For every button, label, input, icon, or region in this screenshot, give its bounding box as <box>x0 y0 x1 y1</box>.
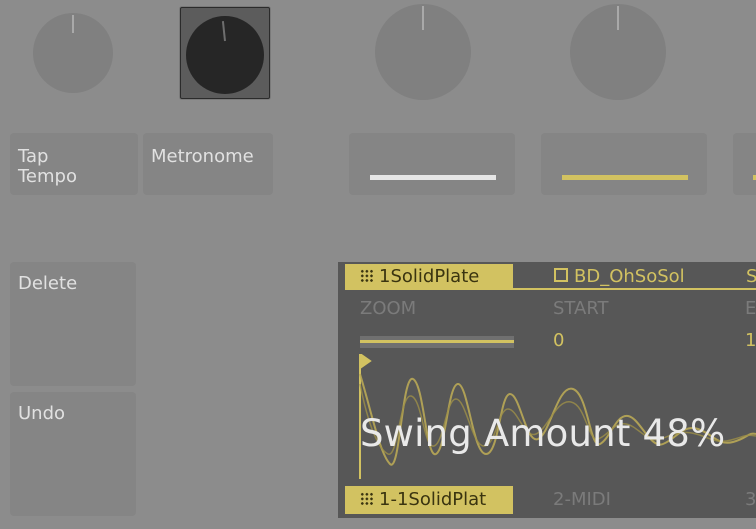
track-name: BD_OhSoSol <box>574 266 685 287</box>
clip-name: 2-MIDI <box>553 489 611 510</box>
grid-icon <box>360 269 374 283</box>
fader-pad-3[interactable] <box>733 133 756 195</box>
clip-tab-2[interactable]: 2-MIDI <box>553 486 713 514</box>
clip-name: 1-1SolidPlat <box>379 489 487 510</box>
knob-1[interactable] <box>33 13 113 93</box>
knob-indicator <box>617 6 619 30</box>
grid-icon <box>360 492 374 506</box>
fader-pad-1[interactable] <box>349 133 515 195</box>
knob-2-selected[interactable] <box>180 7 270 99</box>
undo-button[interactable]: Undo <box>10 392 136 516</box>
undo-label: Undo <box>18 403 66 424</box>
metronome-button[interactable]: Metronome <box>143 133 273 195</box>
clip-tab-3[interactable]: 3 <box>745 486 756 514</box>
fader-bar <box>370 175 496 180</box>
knob-4[interactable] <box>570 4 666 100</box>
fader-bar <box>562 175 688 180</box>
clip-tab-1[interactable]: 1-1SolidPlat <box>345 486 513 514</box>
knob-indicator <box>221 21 226 42</box>
fader-pad-2[interactable] <box>541 133 707 195</box>
param-value-end: 1 <box>745 330 756 351</box>
track-tab-1[interactable]: 1SolidPlate <box>345 264 513 290</box>
param-label-zoom: ZOOM <box>360 298 417 319</box>
swing-amount-message: Swing Amount 48% <box>360 412 726 455</box>
clip-name: 3 <box>745 489 756 510</box>
zoom-slider-fill <box>360 340 514 343</box>
track-name: S <box>746 266 756 287</box>
knob-3[interactable] <box>375 4 471 100</box>
track-tab-2[interactable]: BD_OhSoSol <box>554 264 714 290</box>
tap-tempo-label: Tap Tempo <box>18 146 77 187</box>
param-value-start: 0 <box>553 330 565 351</box>
push-display: 1SolidPlate BD_OhSoSol S ZOOM START E 0 … <box>338 262 756 518</box>
zoom-slider[interactable] <box>360 336 514 348</box>
square-icon <box>554 268 568 282</box>
tap-tempo-button[interactable]: Tap Tempo <box>10 133 138 195</box>
knob-indicator <box>72 15 74 33</box>
track-name: 1SolidPlate <box>379 266 480 287</box>
metronome-label: Metronome <box>151 146 254 167</box>
delete-label: Delete <box>18 273 78 294</box>
param-label-start: START <box>553 298 609 319</box>
knob-indicator <box>422 6 424 30</box>
track-tab-3[interactable]: S <box>746 264 756 290</box>
knob-2[interactable] <box>186 16 264 94</box>
delete-button[interactable]: Delete <box>10 262 136 386</box>
param-label-end: E <box>745 298 756 319</box>
